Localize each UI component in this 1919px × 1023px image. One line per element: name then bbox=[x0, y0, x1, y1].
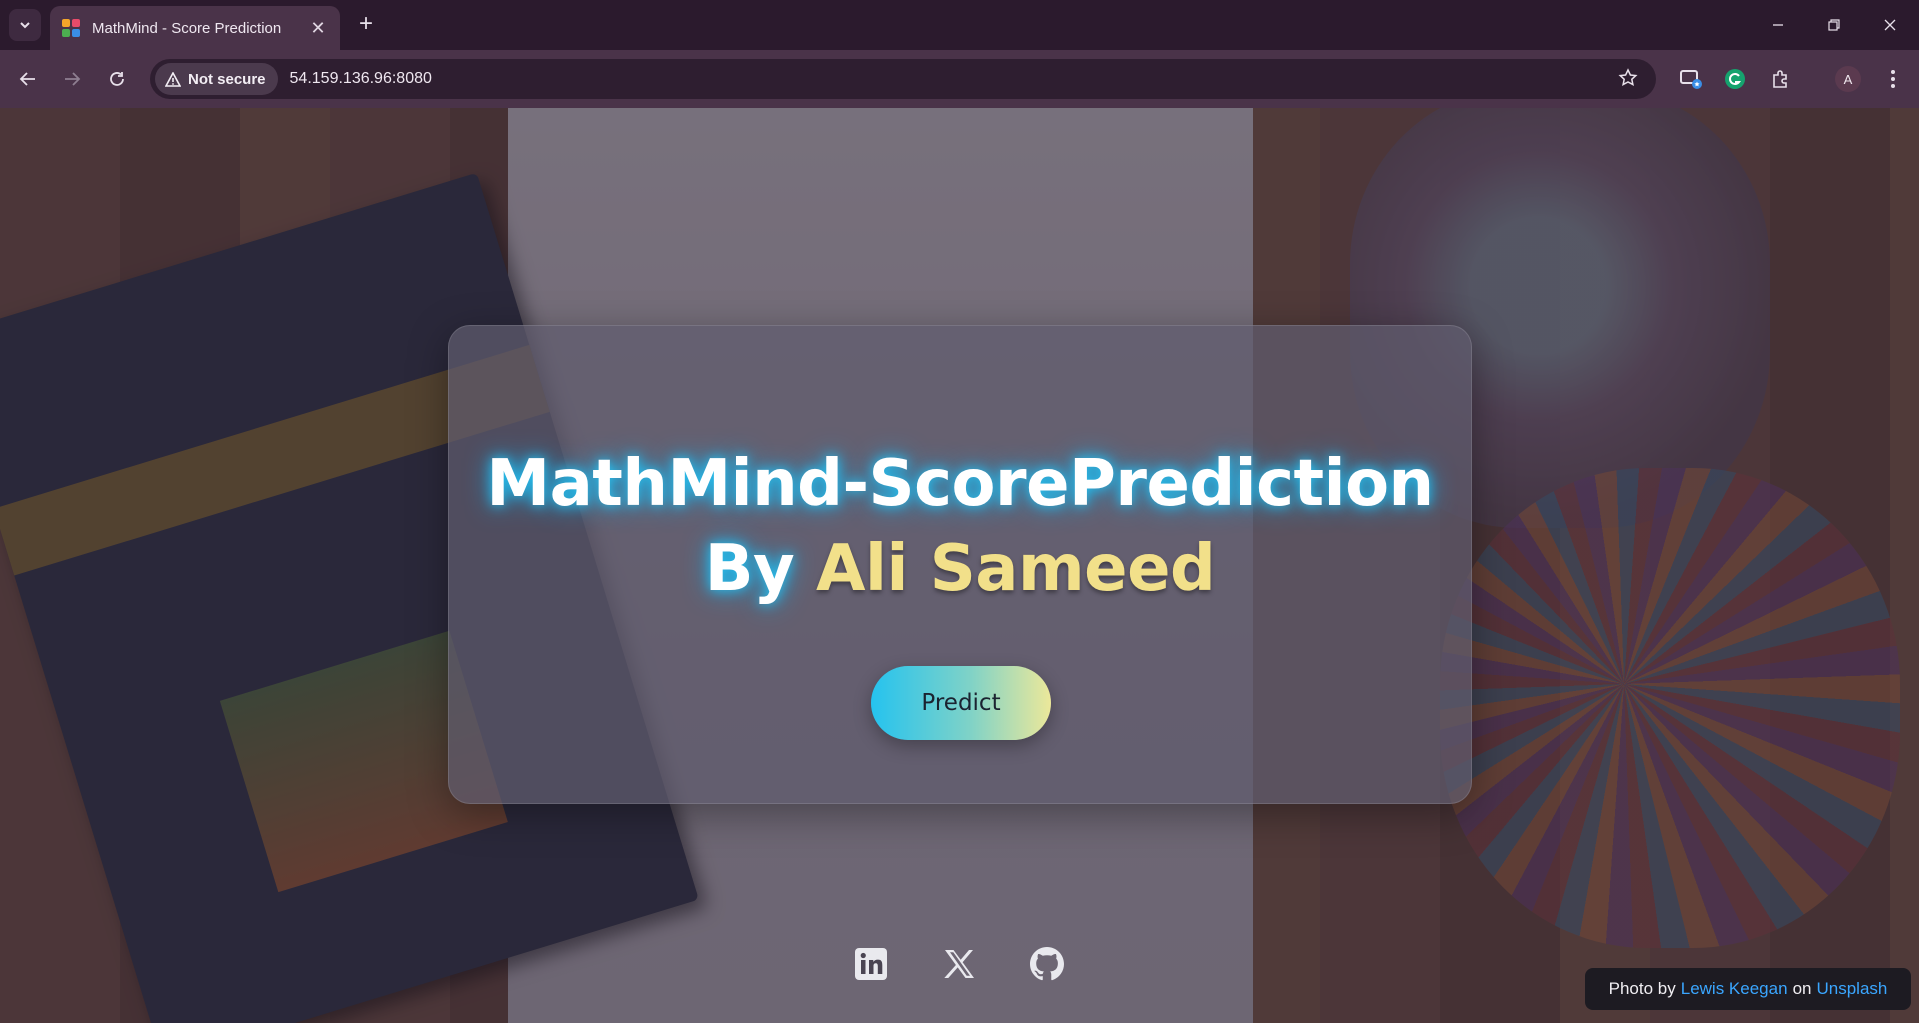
tab-strip: MathMind - Score Prediction ✕ + bbox=[0, 0, 1919, 50]
bookmark-button[interactable] bbox=[1618, 68, 1638, 93]
credit-on: on bbox=[1792, 979, 1812, 998]
back-arrow-icon bbox=[19, 72, 35, 86]
hero-byline: By Ali Sameed bbox=[449, 526, 1471, 612]
tab-search-button[interactable] bbox=[9, 9, 41, 41]
favicon-icon bbox=[62, 19, 80, 37]
puzzle-icon bbox=[1773, 70, 1787, 88]
by-label: By bbox=[704, 532, 795, 606]
security-label: Not secure bbox=[188, 70, 266, 88]
star-icon bbox=[1618, 68, 1638, 87]
linkedin-icon bbox=[855, 948, 887, 980]
predict-button[interactable]: Predict bbox=[871, 666, 1051, 740]
chevron-down-icon bbox=[20, 22, 30, 29]
github-icon bbox=[1030, 947, 1064, 981]
photographer-link[interactable]: Lewis Keegan bbox=[1681, 979, 1788, 999]
restore-button[interactable] bbox=[1811, 10, 1857, 40]
github-link[interactable] bbox=[1029, 946, 1065, 982]
security-chip[interactable]: Not secure bbox=[155, 63, 278, 95]
grammarly-icon bbox=[1725, 69, 1745, 89]
more-vertical-icon bbox=[1891, 70, 1895, 88]
url-text[interactable]: 54.159.136.96:8080 bbox=[290, 70, 432, 88]
screen-share-icon bbox=[1680, 70, 1702, 89]
menu-button[interactable] bbox=[1880, 66, 1906, 92]
close-window-button[interactable] bbox=[1867, 10, 1913, 40]
linkedin-link[interactable] bbox=[853, 946, 889, 982]
x-icon bbox=[944, 950, 974, 978]
grammarly-extension-button[interactable] bbox=[1722, 66, 1748, 92]
profile-avatar[interactable]: A bbox=[1835, 66, 1861, 92]
page-viewport: MathMind-ScorePrediction By Ali Sameed P… bbox=[0, 108, 1919, 1023]
warning-icon bbox=[165, 71, 181, 87]
hero-title: MathMind-ScorePrediction bbox=[486, 447, 1434, 521]
forward-button[interactable] bbox=[57, 64, 87, 94]
extensions-button[interactable] bbox=[1768, 66, 1794, 92]
reload-icon bbox=[110, 72, 124, 86]
restore-icon bbox=[1828, 19, 1840, 31]
active-tab[interactable]: MathMind - Score Prediction ✕ bbox=[50, 6, 340, 50]
close-icon bbox=[1884, 19, 1896, 31]
close-tab-icon[interactable]: ✕ bbox=[308, 18, 328, 39]
new-tab-button[interactable]: + bbox=[352, 11, 380, 39]
tab-title: MathMind - Score Prediction bbox=[92, 19, 282, 37]
hero-card: MathMind-ScorePrediction By Ali Sameed P… bbox=[448, 325, 1472, 804]
minimize-icon bbox=[1773, 24, 1783, 26]
back-button[interactable] bbox=[13, 64, 43, 94]
credit-prefix: Photo by bbox=[1608, 979, 1676, 998]
reload-button[interactable] bbox=[102, 64, 132, 94]
unsplash-link[interactable]: Unsplash bbox=[1816, 979, 1887, 999]
minimize-button[interactable] bbox=[1755, 10, 1801, 40]
browser-toolbar: Not secure 54.159.136.96:8080 bbox=[0, 50, 1919, 108]
address-bar[interactable]: Not secure 54.159.136.96:8080 bbox=[150, 59, 1656, 99]
cast-extension-button[interactable] bbox=[1678, 66, 1704, 92]
photo-credit: Photo by Lewis Keegan on Unsplash bbox=[1585, 968, 1911, 1010]
author-name: Ali Sameed bbox=[816, 532, 1216, 606]
forward-arrow-icon bbox=[65, 72, 81, 86]
x-link[interactable] bbox=[941, 946, 977, 982]
